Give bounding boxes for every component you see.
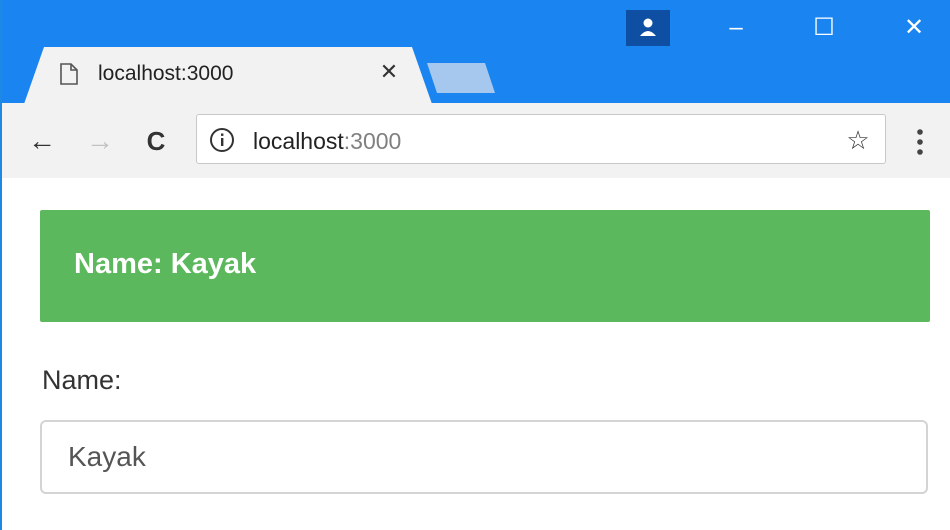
info-icon[interactable] <box>209 127 235 153</box>
forward-button[interactable]: → <box>82 123 118 159</box>
name-banner: Name: Kayak <box>40 210 930 322</box>
back-button[interactable]: ← <box>24 123 60 159</box>
title-bar: localhost:3000 ✕ – ☐ ✕ <box>2 0 950 104</box>
page-content: Name: Kayak Name: <box>2 178 950 530</box>
close-window-button[interactable]: ✕ <box>890 10 938 46</box>
tab-title: localhost:3000 <box>98 62 234 85</box>
tab-close-button[interactable]: ✕ <box>374 57 404 87</box>
maximize-button[interactable]: ☐ <box>800 10 848 46</box>
browser-toolbar: ← → C localhost:3000 ☆ <box>2 103 950 179</box>
three-dots-icon[interactable] <box>908 124 932 160</box>
bookmark-star-icon[interactable]: ☆ <box>843 125 873 155</box>
minimize-button[interactable]: – <box>712 10 760 46</box>
address-bar[interactable]: localhost:3000 ☆ <box>196 114 886 164</box>
page-icon <box>60 63 78 85</box>
person-icon <box>640 18 656 36</box>
url-host: localhost <box>253 128 344 154</box>
browser-tab[interactable]: localhost:3000 ✕ <box>24 47 432 104</box>
name-input[interactable] <box>40 420 928 494</box>
url-text: localhost:3000 <box>253 128 401 155</box>
name-label: Name: <box>42 365 122 395</box>
profile-button[interactable] <box>626 10 670 46</box>
reload-button[interactable]: C <box>138 123 174 159</box>
browser-window: localhost:3000 ✕ – ☐ ✕ ← → C localhost:3… <box>0 0 950 530</box>
new-tab-button[interactable] <box>427 63 495 93</box>
banner-text: Name: Kayak <box>74 248 257 280</box>
url-port: :3000 <box>343 128 402 154</box>
